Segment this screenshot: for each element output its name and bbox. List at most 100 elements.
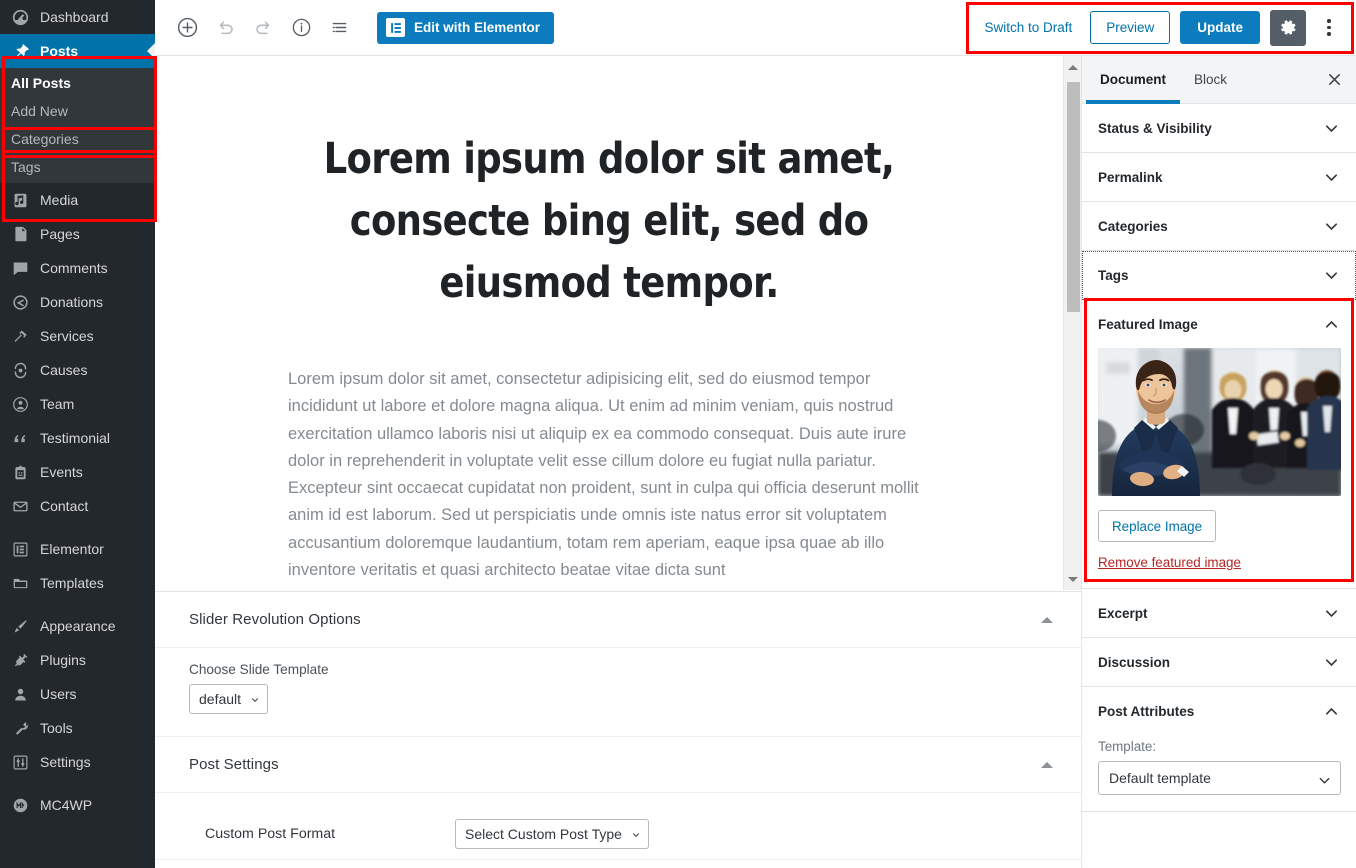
sidebar-item-posts[interactable]: Posts bbox=[0, 34, 155, 68]
edit-with-elementor-button[interactable]: Edit with Elementor bbox=[377, 11, 555, 44]
toolbar-left-group: Edit with Elementor bbox=[155, 10, 555, 46]
sidebar-item-contact[interactable]: Contact bbox=[0, 489, 155, 523]
featured-image-thumbnail[interactable] bbox=[1098, 348, 1341, 496]
menu-separator bbox=[0, 779, 155, 788]
custom-post-type-select[interactable]: Select Custom Post Type bbox=[455, 819, 649, 849]
sidebar-item-label: Templates bbox=[40, 575, 104, 591]
info-circle-icon[interactable] bbox=[283, 10, 319, 46]
collapse-toggle-icon[interactable] bbox=[1041, 761, 1053, 768]
custom-post-format-row: Custom Post Format Select Custom Post Ty… bbox=[155, 793, 1081, 859]
scroll-down-arrow-icon[interactable] bbox=[1064, 570, 1081, 588]
chevron-down-icon bbox=[1323, 169, 1340, 186]
panel-excerpt[interactable]: Excerpt bbox=[1082, 589, 1356, 638]
sidebar-item-pages[interactable]: Pages bbox=[0, 217, 155, 251]
sidebar-item-appearance[interactable]: Appearance bbox=[0, 609, 155, 643]
panel-categories[interactable]: Categories bbox=[1082, 202, 1356, 251]
metabox-body: Choose Slide Template default bbox=[155, 648, 1081, 736]
sidebar-item-events[interactable]: Events bbox=[0, 455, 155, 489]
chevron-down-icon bbox=[1323, 654, 1340, 671]
post-title[interactable]: Lorem ipsum dolor sit amet, consecte bin… bbox=[270, 128, 948, 314]
metabox-header[interactable]: Post Settings bbox=[155, 737, 1081, 793]
scroll-up-arrow-icon[interactable] bbox=[1064, 58, 1081, 76]
panel-featured-image[interactable]: Featured Image Replace Image Remove feat… bbox=[1082, 300, 1356, 589]
chevron-down-icon bbox=[1319, 777, 1330, 784]
sidebar-item-label: Media bbox=[40, 192, 79, 208]
submenu-item-categories[interactable]: Categories bbox=[0, 125, 155, 153]
template-select[interactable]: Default template bbox=[1098, 761, 1341, 795]
panel-header[interactable]: Post Attributes bbox=[1082, 687, 1356, 735]
panel-body: Replace Image Remove featured image bbox=[1082, 348, 1356, 588]
undo-icon[interactable] bbox=[207, 10, 243, 46]
scrollbar-thumb[interactable] bbox=[1067, 82, 1080, 312]
slide-template-select[interactable]: default bbox=[189, 684, 269, 714]
sidebar-item-label: Dashboard bbox=[40, 9, 109, 25]
panel-header[interactable]: Excerpt bbox=[1082, 589, 1356, 637]
metabox-post-settings: Post Settings Custom Post Format Select … bbox=[155, 737, 1081, 860]
panel-header[interactable]: Status & Visibility bbox=[1082, 104, 1356, 152]
panel-status-and-visibility[interactable]: Status & Visibility bbox=[1082, 104, 1356, 153]
hammer-icon bbox=[9, 326, 31, 346]
elementor-icon bbox=[9, 539, 31, 559]
sidebar-item-donations[interactable]: Donations bbox=[0, 285, 155, 319]
chevron-up-icon bbox=[1323, 316, 1340, 333]
sidebar-item-comments[interactable]: Comments bbox=[0, 251, 155, 285]
post-paragraph-block[interactable]: Lorem ipsum dolor sit amet, consectetur … bbox=[288, 366, 930, 584]
sidebar-item-services[interactable]: Services bbox=[0, 319, 155, 353]
custom-post-format-label: Custom Post Format bbox=[205, 826, 336, 842]
sidebar-item-causes[interactable]: Causes bbox=[0, 353, 155, 387]
collapse-toggle-icon[interactable] bbox=[1041, 616, 1053, 623]
users-icon bbox=[9, 684, 31, 704]
menu-separator bbox=[0, 523, 155, 532]
plus-circle-icon[interactable] bbox=[169, 10, 205, 46]
chevron-down-icon bbox=[1323, 605, 1340, 622]
update-button[interactable]: Update bbox=[1180, 11, 1260, 44]
panel-header[interactable]: Featured Image bbox=[1082, 300, 1356, 348]
submenu-item-all-posts[interactable]: All Posts bbox=[0, 69, 155, 97]
submenu-item-add-new[interactable]: Add New bbox=[0, 97, 155, 125]
submenu-item-tags[interactable]: Tags bbox=[0, 153, 155, 181]
sidebar-item-team[interactable]: Team bbox=[0, 387, 155, 421]
panel-post-attributes[interactable]: Post Attributes Template: Default templa… bbox=[1082, 687, 1356, 812]
sidebar-item-mc4wp[interactable]: MC4WP bbox=[0, 788, 155, 822]
template-value: Default template bbox=[1109, 770, 1211, 786]
panel-tags[interactable]: Tags bbox=[1082, 251, 1356, 300]
custom-post-type-value: Select Custom Post Type bbox=[465, 826, 622, 842]
sidebar-item-elementor[interactable]: Elementor bbox=[0, 532, 155, 566]
remove-featured-image-link[interactable]: Remove featured image bbox=[1098, 555, 1241, 570]
sidebar-item-settings[interactable]: Settings bbox=[0, 745, 155, 779]
chevron-down-icon bbox=[632, 833, 639, 838]
gear-icon[interactable] bbox=[1270, 9, 1306, 46]
panel-discussion[interactable]: Discussion bbox=[1082, 638, 1356, 687]
redo-icon[interactable] bbox=[245, 10, 281, 46]
sidebar-item-users[interactable]: Users bbox=[0, 677, 155, 711]
panel-title: Featured Image bbox=[1098, 316, 1198, 332]
switch-to-draft-button[interactable]: Switch to Draft bbox=[976, 14, 1080, 41]
user-circle-icon bbox=[9, 394, 31, 414]
close-icon[interactable] bbox=[1312, 56, 1356, 103]
replace-image-button[interactable]: Replace Image bbox=[1098, 510, 1217, 542]
list-view-icon[interactable] bbox=[321, 10, 357, 46]
metabox-header[interactable]: Slider Revolution Options bbox=[155, 592, 1081, 648]
template-label: Template: bbox=[1098, 739, 1157, 754]
tab-block[interactable]: Block bbox=[1180, 56, 1241, 103]
panel-header[interactable]: Categories bbox=[1082, 202, 1356, 250]
sidebar-item-media[interactable]: Media bbox=[0, 183, 155, 217]
sidebar-item-dashboard[interactable]: Dashboard bbox=[0, 0, 155, 34]
choose-slide-template-label: Choose Slide Template bbox=[189, 662, 329, 677]
panel-permalink[interactable]: Permalink bbox=[1082, 153, 1356, 202]
panel-header[interactable]: Discussion bbox=[1082, 638, 1356, 686]
sidebar-item-label: Appearance bbox=[40, 618, 116, 634]
tab-document[interactable]: Document bbox=[1086, 56, 1181, 104]
panel-header[interactable]: Tags bbox=[1082, 251, 1356, 299]
sidebar-item-templates[interactable]: Templates bbox=[0, 566, 155, 600]
content-vertical-scrollbar[interactable] bbox=[1063, 56, 1081, 590]
envelope-icon bbox=[9, 496, 31, 516]
events-icon bbox=[9, 462, 31, 482]
sidebar-item-plugins[interactable]: Plugins bbox=[0, 643, 155, 677]
sidebar-item-label: Testimonial bbox=[40, 430, 111, 446]
sidebar-item-testimonial[interactable]: Testimonial bbox=[0, 421, 155, 455]
preview-button[interactable]: Preview bbox=[1090, 11, 1171, 44]
kebab-menu-icon[interactable] bbox=[1316, 10, 1342, 46]
panel-header[interactable]: Permalink bbox=[1082, 153, 1356, 201]
sidebar-item-tools[interactable]: Tools bbox=[0, 711, 155, 745]
